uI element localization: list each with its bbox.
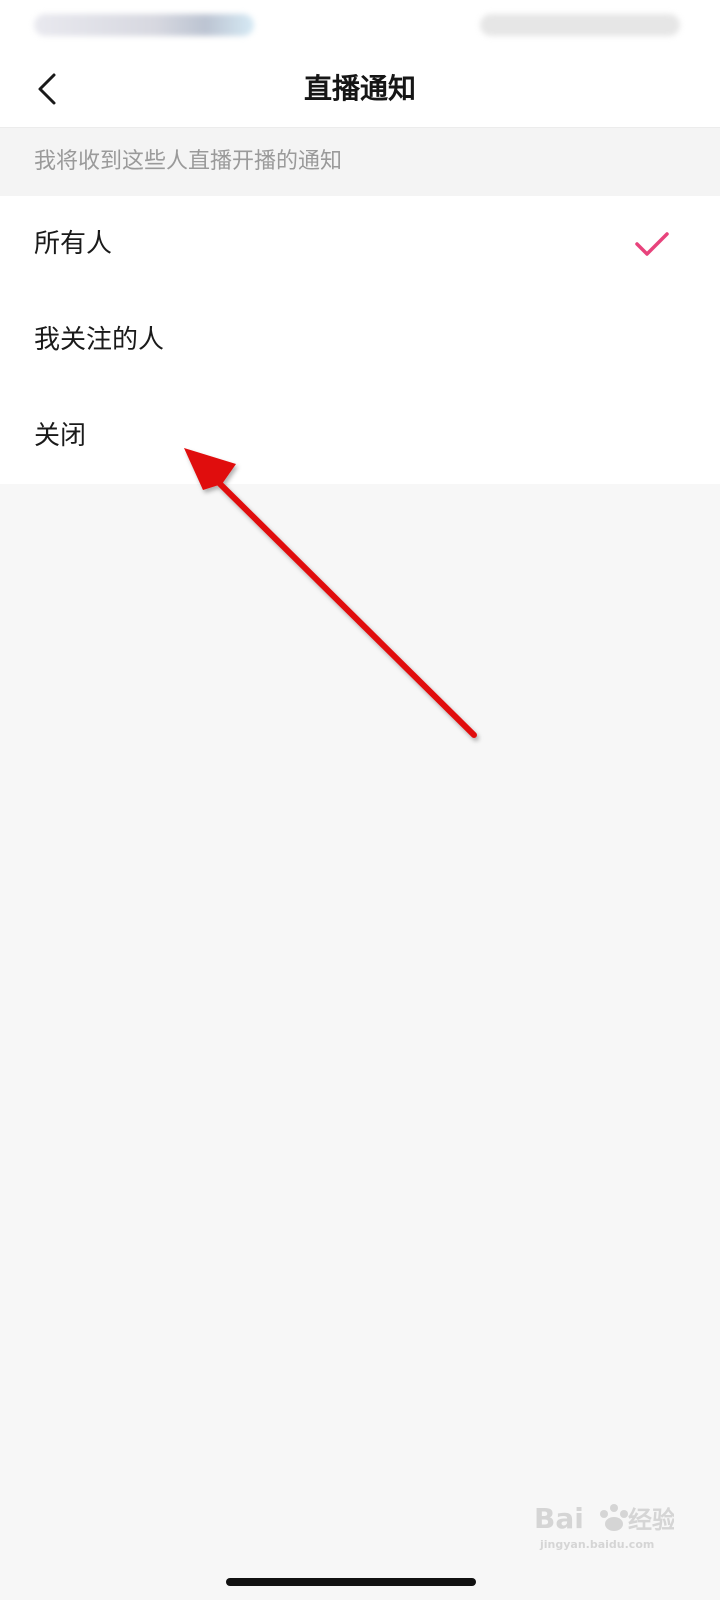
option-label: 所有人 [34,229,113,259]
section-header: 我将收到这些人直播开播的通知 [0,128,720,196]
home-indicator[interactable] [226,1578,476,1586]
status-bar [0,0,720,50]
status-bar-right-blurred [480,14,680,36]
page-title: 直播通知 [303,72,416,105]
option-off[interactable]: 关闭 [0,388,720,484]
section-caption: 我将收到这些人直播开播的通知 [34,149,343,174]
options-list: 所有人 我关注的人 关闭 [0,196,720,484]
option-label: 关闭 [34,421,87,451]
svg-text:经验: 经验 [628,1506,674,1534]
check-icon [635,232,669,256]
option-following[interactable]: 我关注的人 [0,292,720,388]
svg-text:Bai: Bai [534,1502,584,1535]
option-everyone[interactable]: 所有人 [0,196,720,292]
svg-text:jingyan.baidu.com: jingyan.baidu.com [539,1538,654,1551]
back-button[interactable] [22,64,72,114]
navigation-bar: 直播通知 [0,50,720,128]
status-bar-left-blurred [34,14,254,36]
watermark-logo: Bai 经验 jingyan.baidu.com [534,1494,676,1554]
chevron-left-icon [38,73,56,105]
option-label: 我关注的人 [34,325,165,355]
